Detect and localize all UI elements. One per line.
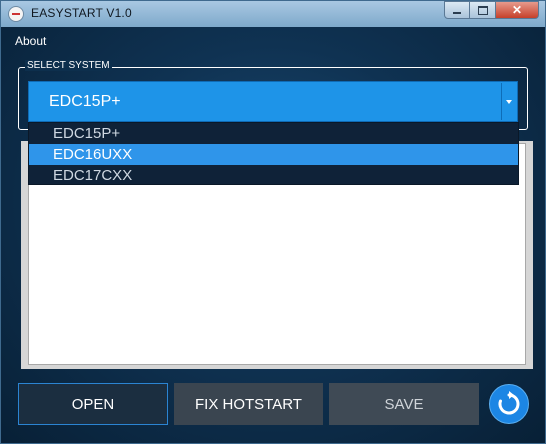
chevron-down-icon[interactable] — [501, 83, 516, 120]
minimize-icon — [453, 12, 461, 14]
system-select[interactable]: EDC15P+ — [28, 81, 518, 122]
open-button[interactable]: OPEN — [18, 383, 168, 425]
refresh-icon — [498, 391, 520, 415]
save-button[interactable]: SAVE — [329, 383, 479, 425]
fix-hotstart-button[interactable]: FIX HOTSTART — [174, 383, 323, 425]
dropdown-option-edc15p[interactable]: EDC15P+ — [29, 123, 518, 144]
close-button[interactable]: ✕ — [496, 1, 539, 19]
menu-bar: About — [9, 32, 52, 50]
system-dropdown-list: EDC15P+ EDC16UXX EDC17CXX — [28, 122, 519, 185]
select-system-label: SELECT SYSTEM — [25, 60, 112, 71]
window-title: EASYSTART V1.0 — [31, 6, 132, 20]
menu-about[interactable]: About — [9, 32, 52, 50]
minimize-button[interactable] — [444, 1, 470, 19]
app-logo-icon — [8, 6, 24, 22]
refresh-button[interactable] — [489, 384, 529, 424]
dropdown-option-edc17cxx[interactable]: EDC17CXX — [29, 165, 518, 186]
close-icon: ✕ — [511, 3, 523, 17]
title-bar[interactable]: EASYSTART V1.0 ✕ — [1, 1, 545, 27]
system-select-value: EDC15P+ — [49, 92, 121, 110]
maximize-icon — [477, 5, 488, 15]
dropdown-option-edc16uxx[interactable]: EDC16UXX — [29, 144, 518, 165]
app-window: EASYSTART V1.0 ✕ About SELECT SYSTEM EDC… — [0, 0, 546, 444]
maximize-button[interactable] — [470, 1, 496, 19]
window-controls: ✕ — [444, 1, 539, 19]
